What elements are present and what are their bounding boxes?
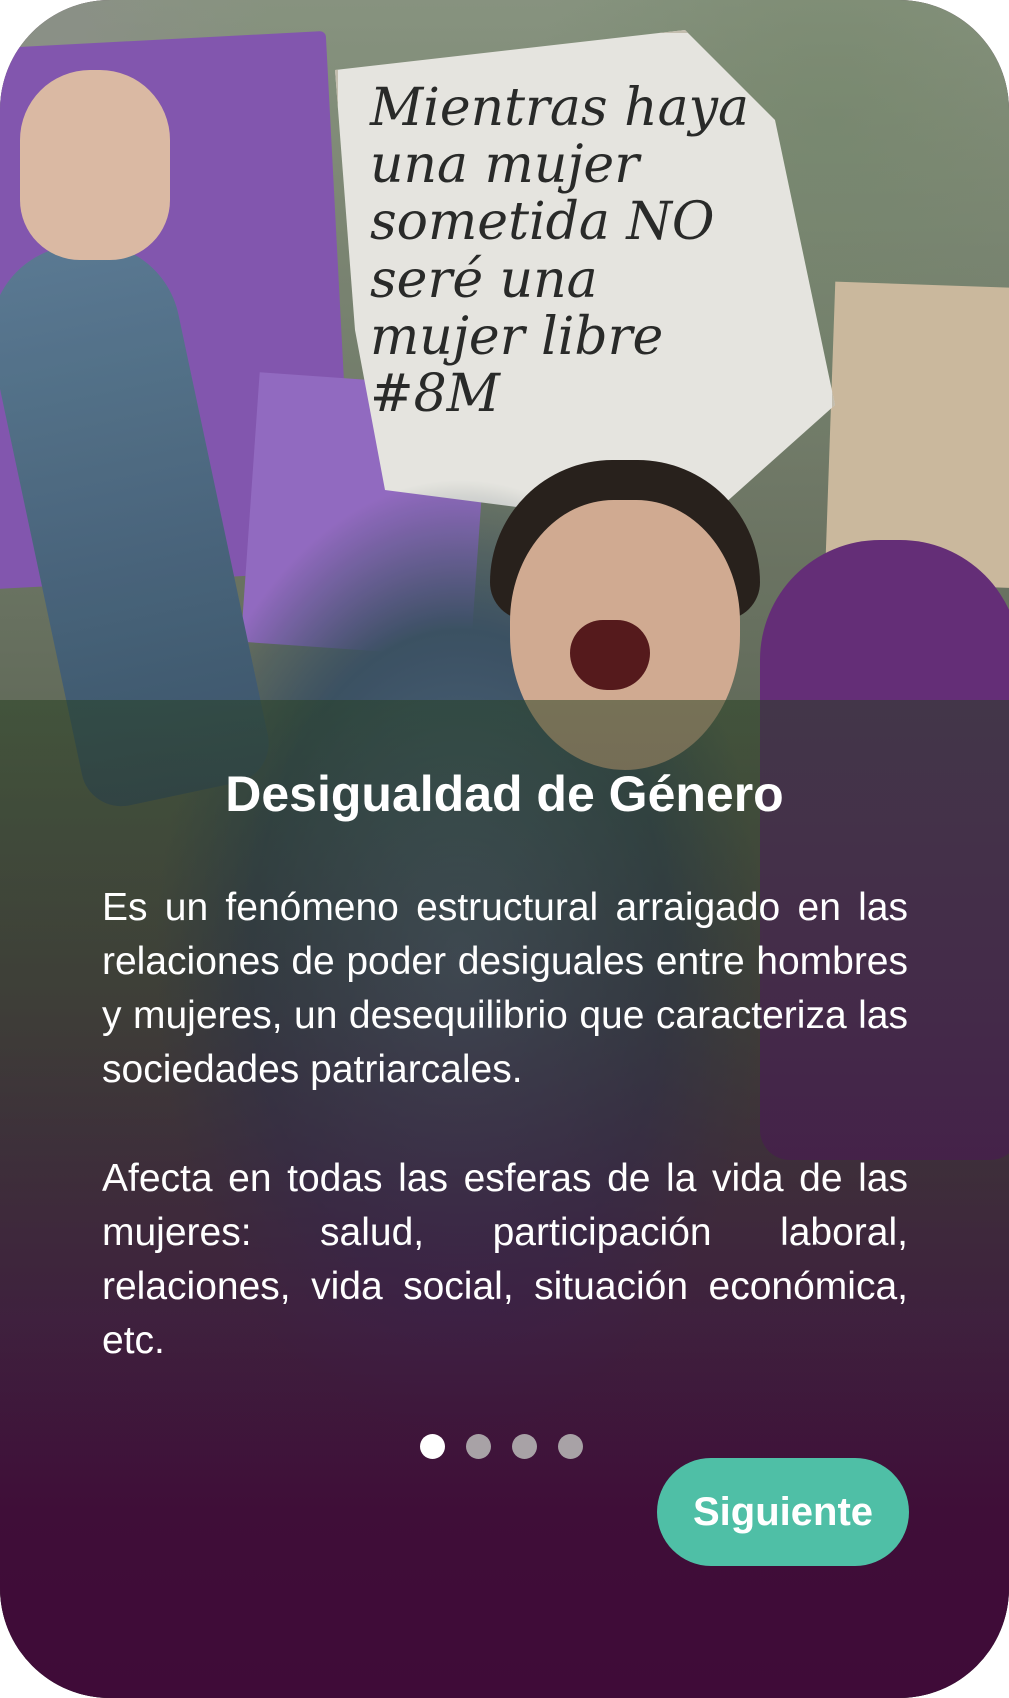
page-dot-1[interactable]	[420, 1434, 445, 1459]
pagination-dots	[420, 1434, 583, 1459]
next-button[interactable]: Siguiente	[657, 1458, 909, 1566]
page-dot-3[interactable]	[512, 1434, 537, 1459]
onboarding-screen: Mientras haya una mujer sometida NO seré…	[0, 0, 1009, 1698]
page-dot-4[interactable]	[558, 1434, 583, 1459]
slide-paragraph-2: Afecta en todas las esferas de la vida d…	[102, 1157, 908, 1362]
page-dot-2[interactable]	[466, 1434, 491, 1459]
slide-paragraph-1: Es un fenómeno estructural arraigado en …	[102, 886, 908, 1091]
slide-title: Desigualdad de Género	[225, 766, 784, 822]
slide-content: Desigualdad de Género Es un fenómeno est…	[0, 0, 1009, 1698]
